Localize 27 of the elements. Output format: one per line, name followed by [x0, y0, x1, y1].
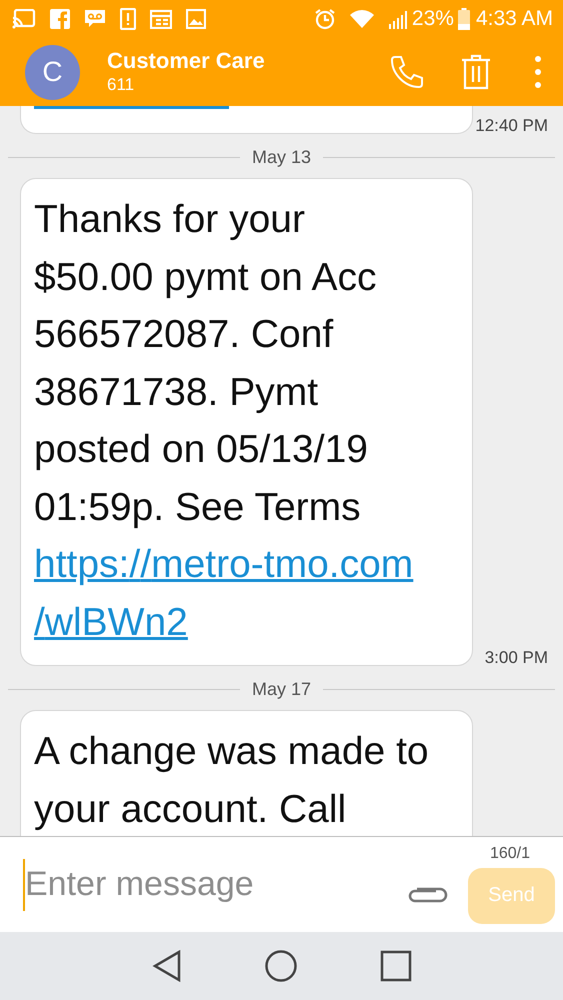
contact-number: 611	[107, 74, 136, 96]
contact-name: Customer Care	[107, 48, 266, 74]
contact-avatar: C	[25, 44, 80, 100]
message-link[interactable]: https://metro-tmo.com/wlBWn2	[34, 536, 430, 651]
message-text: A change was made to your account. Call	[34, 729, 430, 832]
message-time: 12:40 PM	[475, 116, 548, 135]
battery-percent: 23%	[412, 7, 454, 31]
cast-icon	[12, 9, 36, 29]
battery-icon	[458, 8, 470, 30]
home-icon[interactable]	[264, 950, 296, 982]
image-icon	[186, 9, 206, 29]
calendar-icon	[150, 9, 172, 29]
date-divider: May 13	[252, 146, 312, 168]
facebook-icon	[50, 9, 70, 29]
back-icon[interactable]	[152, 950, 182, 982]
character-counter: 160/1	[490, 845, 530, 863]
date-divider: May 17	[252, 678, 312, 700]
message-composer[interactable]: Enter message 160/1 Send	[0, 836, 563, 932]
voicemail-icon	[84, 9, 106, 29]
alert-icon	[120, 8, 136, 30]
message-text: Thanks for your $50.00 pymt on Acc 566572087. Conf 38671738. Pymt posted on 05/13/19 01:59p. See Terms	[34, 197, 378, 530]
message-time: 3:00 PM	[484, 648, 548, 667]
alarm-icon	[314, 8, 336, 30]
signal-icon	[388, 9, 408, 29]
recents-icon[interactable]	[380, 950, 412, 982]
wifi-icon	[350, 10, 374, 28]
clock: 4:33 AM	[476, 7, 553, 31]
